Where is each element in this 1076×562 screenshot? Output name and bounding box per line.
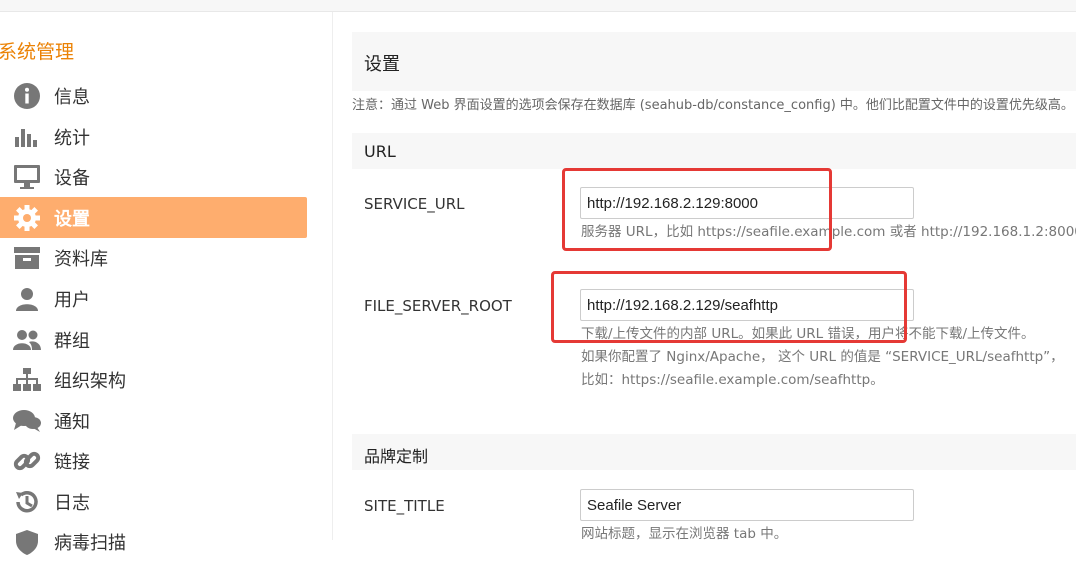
sidebar-item-label: 统计 [54, 127, 90, 149]
sidebar-item-label: 设置 [54, 208, 90, 230]
gear-icon [0, 204, 54, 232]
users-icon [0, 328, 54, 352]
chat-bubbles-icon [0, 408, 54, 434]
sidebar-item-logs[interactable]: 日志 [0, 481, 307, 522]
monitor-icon [0, 164, 54, 190]
sidebar-item-label: 设备 [54, 167, 90, 189]
site-title-label: SITE_TITLE [364, 497, 445, 515]
highlight-box-file-server-root [551, 271, 907, 343]
file-server-root-label: FILE_SERVER_ROOT [364, 297, 512, 315]
top-bar [0, 0, 1076, 12]
sidebar-item-label: 组织架构 [54, 370, 126, 392]
sidebar-item-notifications[interactable]: 通知 [0, 400, 307, 441]
sidebar-item-label: 信息 [54, 86, 90, 108]
sidebar-item-settings[interactable]: 设置 [0, 197, 307, 238]
sidebar: 系统管理 信息 统计 设备 设置 资料库 用户 群组 组织架构 通知 链接 日志… [0, 12, 333, 555]
archive-icon [0, 246, 54, 270]
sidebar-item-label: 链接 [54, 451, 90, 473]
shield-icon [0, 528, 54, 556]
sidebar-item-groups[interactable]: 群组 [0, 319, 307, 360]
settings-notice: 注意：通过 Web 界面设置的选项会保存在数据库 (seahub-db/cons… [352, 98, 1074, 113]
link-icon [0, 447, 54, 475]
page-header: 设置 [352, 32, 1076, 91]
sidebar-item-organization[interactable]: 组织架构 [0, 359, 307, 400]
sidebar-item-label: 病毒扫描 [54, 532, 126, 554]
sidebar-title: 系统管理 [0, 41, 75, 63]
sidebar-item-devices[interactable]: 设备 [0, 156, 307, 197]
highlight-box-service-url [562, 168, 832, 251]
history-icon [0, 488, 54, 516]
org-chart-icon [0, 367, 54, 393]
page-title: 设置 [364, 54, 400, 75]
section-header-branding: 品牌定制 [352, 434, 1076, 470]
sidebar-item-label: 通知 [54, 411, 90, 433]
sidebar-item-info[interactable]: 信息 [0, 75, 307, 116]
main-content: 设置 注意：通过 Web 界面设置的选项会保存在数据库 (seahub-db/c… [352, 32, 1076, 542]
section-header-url: URL [352, 133, 1076, 169]
section-title: 品牌定制 [364, 447, 429, 466]
info-icon [0, 82, 54, 110]
sidebar-item-label: 用户 [54, 289, 90, 311]
sidebar-item-virus-scan[interactable]: 病毒扫描 [0, 521, 307, 562]
sidebar-item-statistics[interactable]: 统计 [0, 116, 307, 157]
site-title-help: 网站标题，显示在浏览器 tab 中。 [581, 526, 788, 542]
site-title-input[interactable] [580, 489, 914, 521]
section-title: URL [364, 142, 396, 161]
sidebar-item-label: 群组 [54, 330, 90, 352]
service-url-label: SERVICE_URL [364, 195, 465, 213]
sidebar-item-links[interactable]: 链接 [0, 440, 307, 481]
file-server-root-help-line-2: 如果你配置了 Nginx/Apache， 这个 URL 的值是 “SERVICE… [581, 349, 1064, 365]
bar-chart-icon [0, 125, 54, 149]
sidebar-item-label: 日志 [54, 492, 90, 514]
sidebar-item-users[interactable]: 用户 [0, 278, 307, 319]
sidebar-item-label: 资料库 [54, 248, 108, 270]
sidebar-item-libraries[interactable]: 资料库 [0, 237, 307, 278]
file-server-root-help-line-3: 比如：https://seafile.example.com/seafhttp。 [581, 372, 884, 388]
user-icon [0, 286, 54, 312]
